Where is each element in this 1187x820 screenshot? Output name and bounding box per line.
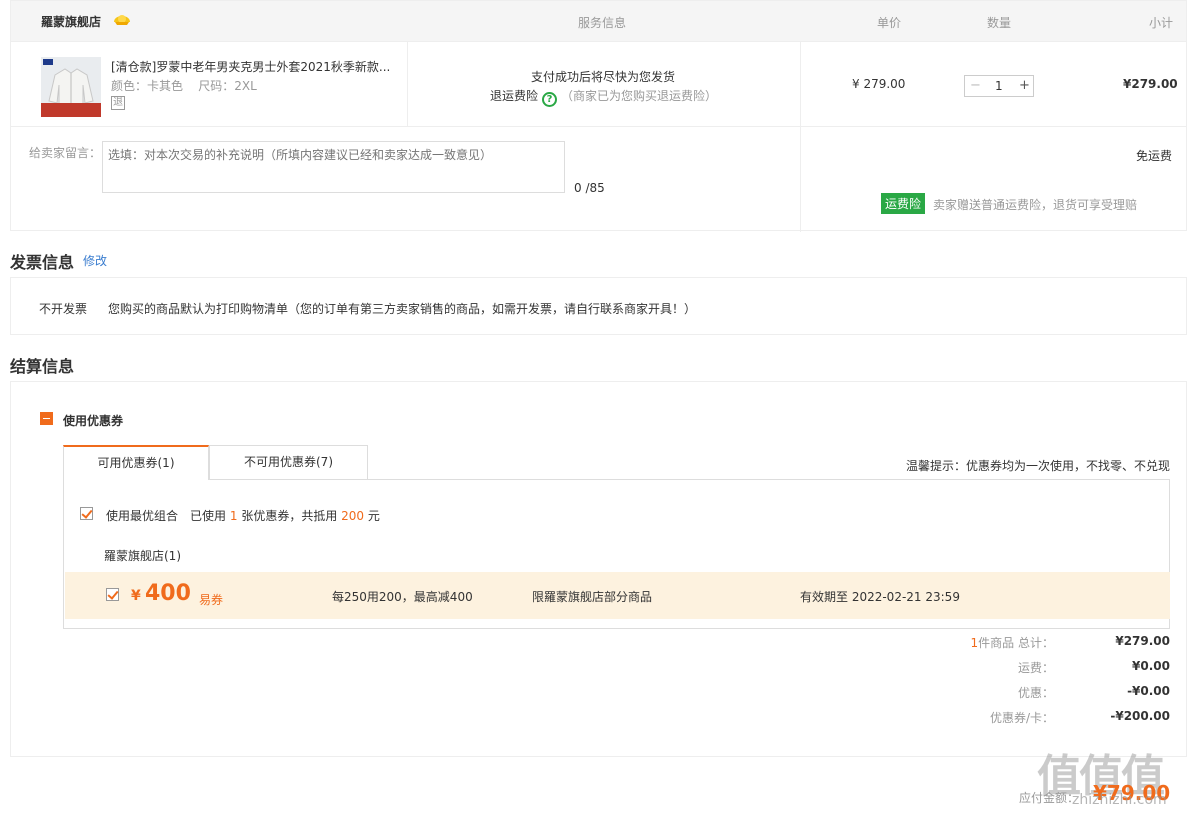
amount-due-label: 应付金额： <box>1019 791 1080 805</box>
help-question-icon[interactable]: ? <box>542 92 558 107</box>
return-badge: 退 <box>111 96 125 110</box>
delivery-promise: 支付成功后将尽快为您发货 <box>531 70 676 84</box>
collapse-toggle-icon[interactable] <box>40 412 53 425</box>
best-combo-label: 使用最优组合 <box>106 509 179 523</box>
unit-price: ¥ 279.00 <box>852 77 906 91</box>
coupon-shop-name: 羅蒙旗舰店(1) <box>104 549 181 563</box>
discount-label: 优惠： <box>1017 686 1054 700</box>
coupon-panel: 使用最优组合 已使用 1 张优惠券，共抵用 200 元 羅蒙旗舰店(1) ¥ 4… <box>63 479 1170 629</box>
return-insurance-line: 退运费险? （商家已为您购买退运费险） <box>490 87 717 107</box>
col-header-qty: 数量 <box>987 16 1012 30</box>
product-attributes: 颜色：卡其色 尺码：2XL <box>111 77 257 94</box>
coupon-currency: ¥ <box>131 588 141 604</box>
quantity-stepper: − 1 + <box>964 75 1034 97</box>
tab-unavailable-coupons[interactable]: 不可用优惠券(7) <box>209 445 368 479</box>
invoice-edit-link[interactable]: 修改 <box>83 252 107 269</box>
invoice-type: 不开发票 <box>39 302 88 316</box>
settlement-panel: 使用优惠券 可用优惠券(1) 不可用优惠券(7) 温馨提示：优惠券均为一次使用，… <box>10 381 1187 757</box>
coupon-rule: 每250用200，最高减400 <box>332 590 473 604</box>
product-size: 尺码：2XL <box>198 79 257 93</box>
coupon-usage-summary: 已使用 1 张优惠券，共抵用 200 元 <box>190 507 380 524</box>
shipping-fee-label: 运费： <box>1017 661 1054 675</box>
product-thumbnail[interactable] <box>41 57 101 117</box>
coupon-validity: 有效期至 2022-02-21 23:59 <box>800 590 960 604</box>
qty-increase-button[interactable]: + <box>1019 78 1030 93</box>
total-label: 1件商品 总计： <box>970 636 1054 650</box>
shipping-insurance-text: 卖家赠送普通运费险，退货可享受理赔 <box>933 198 1138 212</box>
discount-value: -¥0.00 <box>1127 684 1170 698</box>
memo-char-count: 0 /85 <box>574 181 605 195</box>
invoice-description: 您购买的商品默认为打印购物清单（您的订单有第三方卖家销售的商品，如需开发票，请自… <box>108 302 697 316</box>
coupon-type: 易券 <box>199 593 224 607</box>
coupon-scope: 限羅蒙旗舰店部分商品 <box>532 590 653 604</box>
used-amount: 200 <box>341 509 365 523</box>
tab-available-coupons[interactable]: 可用优惠券(1) <box>63 445 209 480</box>
qty-decrease-button[interactable]: − <box>970 78 981 93</box>
coupon-checkbox[interactable] <box>106 588 119 601</box>
return-insurance-label: 退运费险 <box>490 89 539 103</box>
used-middle: 张优惠券，共抵用 <box>241 509 338 523</box>
product-title-link[interactable]: [清仓款]罗蒙中老年男夹克男士外套2021秋季新款... <box>111 58 391 75</box>
return-insurance-note: （商家已为您购买退运费险） <box>561 89 718 103</box>
item-subtotal: ¥279.00 <box>1123 77 1178 91</box>
shipping-fee-value: ¥0.00 <box>1132 659 1170 673</box>
order-header: 羅蒙旗舰店 服务信息 单价 数量 小计 <box>11 1 1186 42</box>
col-header-service: 服务信息 <box>578 16 627 30</box>
order-panel: 羅蒙旗舰店 服务信息 单价 数量 小计 [清仓款]罗蒙中老年男夹克男士外套202… <box>10 0 1187 232</box>
shop-name[interactable]: 羅蒙旗舰店 <box>41 13 101 30</box>
coupon-card-value: -¥200.00 <box>1110 709 1170 723</box>
product-color: 颜色：卡其色 <box>111 79 184 93</box>
shop-badge-icon <box>112 10 132 28</box>
coupon-card-label: 优惠券/卡： <box>989 711 1054 725</box>
use-coupon-heading[interactable]: 使用优惠券 <box>63 412 123 429</box>
used-suffix: 元 <box>367 509 380 523</box>
divider <box>407 42 408 127</box>
divider <box>800 42 801 232</box>
product-row: [清仓款]罗蒙中老年男夹克男士外套2021秋季新款... 颜色：卡其色 尺码：2… <box>11 42 1186 232</box>
watermark-site: zhizhizhi.com <box>1072 792 1167 808</box>
free-shipping-label: 免运费 <box>1136 149 1173 163</box>
total-value: ¥279.00 <box>1115 634 1170 648</box>
used-prefix: 已使用 <box>190 509 227 523</box>
settlement-section-title: 结算信息 <box>10 357 75 376</box>
coupon-tip: 温馨提示：优惠券均为一次使用，不找零、不兑现 <box>906 459 1171 473</box>
seller-memo-input[interactable] <box>102 141 565 193</box>
coupon-item[interactable]: ¥ 400 易券 每250用200，最高减400 限羅蒙旗舰店部分商品 有效期至… <box>65 572 1170 619</box>
col-header-price: 单价 <box>877 16 902 30</box>
coupon-amount: 400 <box>145 581 191 606</box>
qty-value[interactable]: 1 <box>995 79 1003 93</box>
used-count: 1 <box>229 509 238 523</box>
shipping-insurance-tag: 运费险 <box>881 193 926 214</box>
col-header-subtotal: 小计 <box>1149 16 1174 30</box>
memo-label: 给卖家留言： <box>29 146 102 160</box>
invoice-panel: 不开发票 您购买的商品默认为打印购物清单（您的订单有第三方卖家销售的商品，如需开… <box>10 277 1187 335</box>
invoice-section-title: 发票信息 <box>10 253 75 272</box>
best-combo-checkbox[interactable] <box>80 507 93 520</box>
